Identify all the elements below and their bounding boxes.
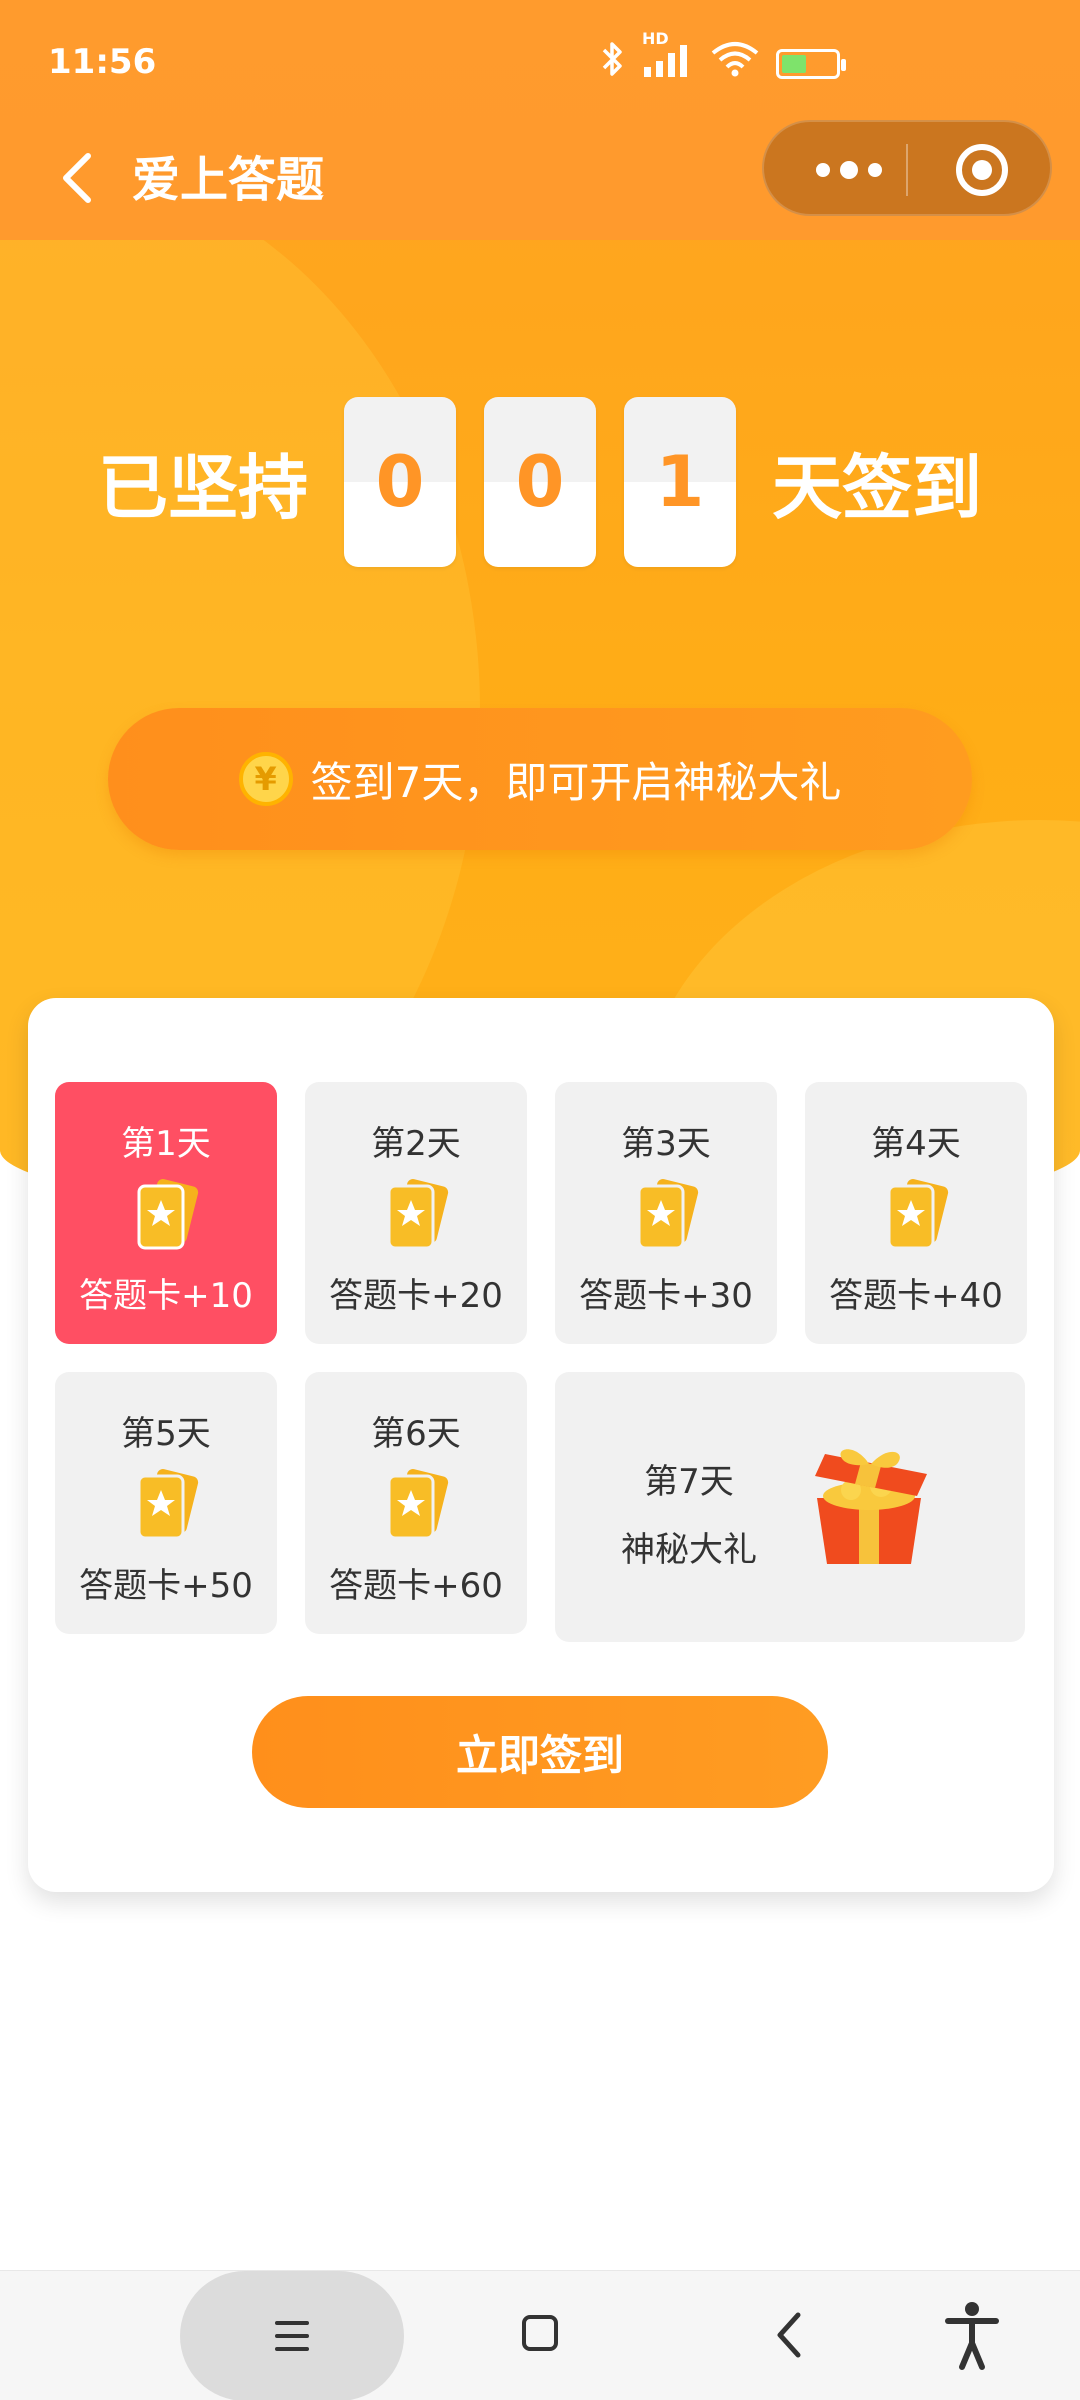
day-label: 第5天 xyxy=(121,1414,211,1454)
day-label: 第4天 xyxy=(871,1124,961,1164)
menu-button[interactable] xyxy=(180,2271,404,2400)
accessibility-icon xyxy=(945,2302,999,2370)
reward-label: 答题卡+60 xyxy=(329,1566,503,1606)
reward-label: 答题卡+20 xyxy=(329,1276,503,1316)
streak-digit: 0 xyxy=(344,397,456,567)
streak-digit: 0 xyxy=(484,397,596,567)
day-tile-5[interactable]: 第5天 答题卡+50 xyxy=(55,1372,277,1634)
answer-card-icon xyxy=(387,1179,449,1250)
reward-label: 答题卡+30 xyxy=(579,1276,753,1316)
system-back-button[interactable] xyxy=(760,2295,820,2375)
gift-tip-banner: ¥ 签到7天，即可开启神秘大礼 xyxy=(108,708,972,850)
battery-charging-icon xyxy=(776,48,846,79)
day-tile-1[interactable]: 第1天 答题卡+10 xyxy=(55,1082,277,1344)
mini-program-capsule xyxy=(762,120,1052,216)
home-button[interactable] xyxy=(522,2315,558,2351)
gift-box-icon xyxy=(815,1449,927,1564)
answer-card-icon xyxy=(137,1469,199,1540)
checkin-card: 第1天 答题卡+10 第2天 答题卡+20 第3天 答题卡+30 第4天 答题卡… xyxy=(28,998,1054,1892)
accessibility-button[interactable] xyxy=(940,2295,1004,2375)
day-label: 第1天 xyxy=(121,1124,211,1164)
day-tile-7[interactable]: 第7天 神秘大礼 xyxy=(555,1372,1025,1642)
day-tile-4[interactable]: 第4天 答题卡+40 xyxy=(805,1082,1027,1344)
page: 11:56 HD 爱上答题 已坚持 0 0 1 天签到 ¥ 签到7天，即可开启神… xyxy=(0,0,1080,2400)
day-label: 第3天 xyxy=(621,1124,711,1164)
reward-label: 神秘大礼 xyxy=(621,1530,757,1570)
more-button[interactable] xyxy=(794,122,904,218)
coin-icon: ¥ xyxy=(238,752,293,806)
menu-icon xyxy=(275,2321,309,2351)
close-mini-program-button[interactable] xyxy=(956,144,1008,196)
gift-tip-text: 签到7天，即可开启神秘大礼 xyxy=(310,757,842,807)
bluetooth-icon xyxy=(600,40,626,87)
status-bar: 11:56 HD xyxy=(0,0,1080,120)
streak-prefix: 已坚持 xyxy=(98,446,308,529)
more-dots-icon xyxy=(816,163,830,177)
streak-digit: 1 xyxy=(624,397,736,567)
reward-label: 答题卡+40 xyxy=(829,1276,1003,1316)
nav-bar: 爱上答题 xyxy=(0,120,1080,240)
network-label: HD xyxy=(642,29,669,48)
streak-suffix: 天签到 xyxy=(772,446,982,529)
answer-card-icon xyxy=(637,1179,699,1250)
reward-label: 答题卡+10 xyxy=(79,1276,253,1316)
chevron-left-icon xyxy=(63,153,91,203)
wifi-icon xyxy=(710,41,760,86)
chevron-left-icon xyxy=(777,2312,801,2358)
page-title: 爱上答题 xyxy=(132,152,325,208)
day-label: 第6天 xyxy=(371,1414,461,1454)
day-tile-6[interactable]: 第6天 答题卡+60 xyxy=(305,1372,527,1634)
answer-card-icon xyxy=(887,1179,949,1250)
checkin-button[interactable]: 立即签到 xyxy=(252,1696,828,1808)
status-time: 11:56 xyxy=(48,42,157,82)
streak-counter: 已坚持 0 0 1 天签到 xyxy=(0,396,1080,568)
answer-card-icon xyxy=(387,1469,449,1540)
back-button[interactable] xyxy=(38,138,118,218)
day-tile-2[interactable]: 第2天 答题卡+20 xyxy=(305,1082,527,1344)
day-label: 第2天 xyxy=(371,1124,461,1164)
status-icons: HD xyxy=(600,29,846,87)
signal-icon: HD xyxy=(642,29,694,86)
day-label: 第7天 xyxy=(644,1462,734,1502)
system-nav-bar xyxy=(0,2270,1080,2400)
reward-label: 答题卡+50 xyxy=(79,1566,253,1606)
day-tile-3[interactable]: 第3天 答题卡+30 xyxy=(555,1082,777,1344)
capsule-divider xyxy=(906,144,908,196)
answer-card-icon xyxy=(137,1179,199,1250)
